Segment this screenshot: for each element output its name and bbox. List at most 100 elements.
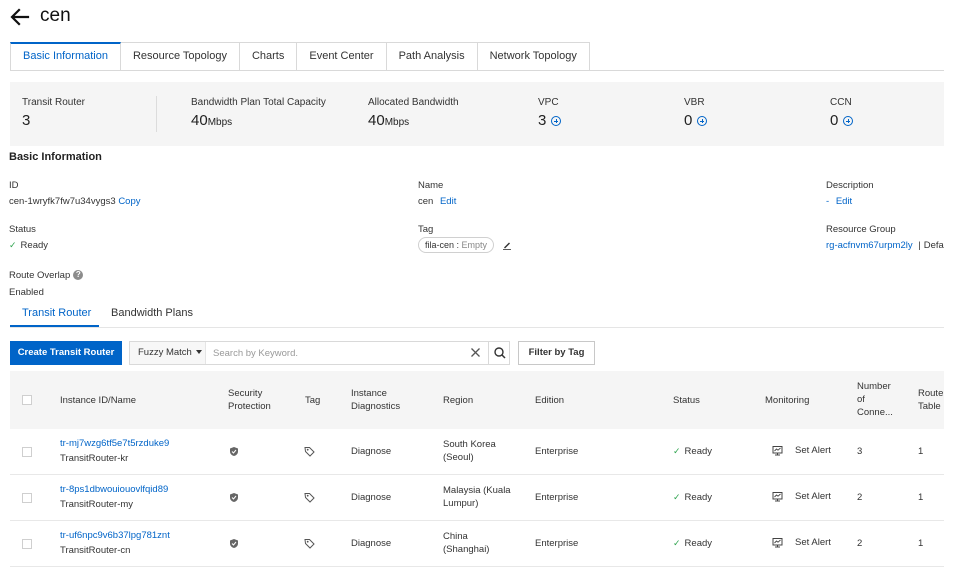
route-table-link[interactable]: 1 — [918, 537, 923, 550]
help-icon[interactable]: ? — [73, 270, 84, 281]
summary-stats-panel: Transit Router 3 Bandwidth Plan Total Ca… — [10, 82, 944, 146]
subtab-bandwidth-plans[interactable]: Bandwidth Plans — [111, 307, 193, 319]
region-cell: China (Shanghai) — [443, 530, 489, 556]
fuzzy-match-dropdown[interactable]: Fuzzy Match — [130, 342, 206, 364]
edit-tag-icon[interactable] — [502, 240, 512, 251]
row-checkbox[interactable] — [22, 447, 32, 457]
status-text: Ready — [684, 538, 713, 549]
set-alert-link[interactable]: Set Alert — [795, 536, 831, 549]
set-alert-link[interactable]: Set Alert — [795, 490, 831, 503]
region-line: Lumpur) — [443, 498, 479, 509]
edition-cell: Enterprise — [535, 492, 579, 503]
connections-link[interactable]: 2 — [857, 537, 862, 550]
instance-id-link[interactable]: tr-8ps1dbwouiouovlfqid89 — [60, 483, 168, 496]
stat-label: Transit Router — [22, 97, 85, 108]
diagnose-link[interactable]: Diagnose — [351, 445, 391, 458]
diagnose-link[interactable]: Diagnose — [351, 491, 391, 504]
tag-pill[interactable]: fila-cen : Empty — [418, 237, 495, 253]
stat-bandwidth-total: Bandwidth Plan Total Capacity 40Mbps — [191, 97, 326, 129]
route-table-link[interactable]: 1 — [918, 445, 923, 458]
stat-value: 3 — [22, 112, 31, 129]
stat-value: 3 — [538, 112, 562, 129]
column-header-route-table: Route Table — [918, 387, 943, 413]
monitor-icon[interactable] — [772, 445, 783, 456]
filter-by-tag-button[interactable]: Filter by Tag — [518, 341, 595, 365]
stat-vbr: VBR 0 — [684, 97, 708, 129]
stat-unit: Mbps — [207, 117, 233, 128]
resource-group-field: rg-acfnvm67urpm2ly | Defa — [826, 240, 944, 251]
stat-transit-router: Transit Router 3 — [22, 97, 85, 129]
select-all-checkbox[interactable] — [22, 395, 32, 405]
search-input[interactable] — [213, 342, 463, 364]
name-field: cen Edit — [418, 196, 456, 207]
table-header: Instance ID/Name Security Protection Tag … — [10, 371, 944, 429]
copy-id-link[interactable]: Copy — [118, 196, 140, 207]
route-overlap-label-row: Route Overlap? — [9, 270, 84, 281]
column-header-line: Number — [857, 381, 891, 392]
clear-icon[interactable] — [470, 347, 481, 358]
create-transit-router-button[interactable]: Create Transit Router — [10, 341, 122, 365]
instance-id-link[interactable]: tr-mj7wzg6tf5e7t5rzduke9 — [60, 437, 169, 450]
region-line: (Shanghai) — [443, 544, 490, 555]
route-overlap-value: Enabled — [9, 287, 44, 298]
stat-number: 40 — [191, 112, 208, 129]
shield-icon[interactable] — [229, 538, 239, 549]
search-box: Fuzzy Match — [129, 341, 510, 365]
diagnose-link[interactable]: Diagnose — [351, 537, 391, 550]
name-label: Name — [418, 180, 444, 191]
monitor-icon[interactable] — [772, 537, 783, 548]
search-button[interactable] — [488, 342, 510, 364]
instance-name: TransitRouter-kr — [60, 453, 129, 464]
description-field: - Edit — [826, 196, 852, 207]
resource-group-label: Resource Group — [826, 224, 896, 235]
stat-label: VBR — [684, 97, 705, 108]
column-header-status: Status — [673, 395, 700, 406]
tag-icon[interactable] — [304, 492, 315, 503]
tab-charts[interactable]: Charts — [239, 42, 298, 71]
back-arrow-icon[interactable] — [10, 7, 30, 27]
check-icon: ✓ — [673, 492, 681, 502]
resource-group-link[interactable]: rg-acfnvm67urpm2ly — [826, 240, 913, 251]
column-header-instance: Instance ID/Name — [60, 395, 137, 406]
monitor-icon[interactable] — [772, 491, 783, 502]
set-alert-link[interactable]: Set Alert — [795, 444, 831, 457]
tab-resource-topology[interactable]: Resource Topology — [120, 42, 240, 71]
stat-number: 3 — [538, 112, 547, 129]
tab-event-center[interactable]: Event Center — [297, 42, 387, 71]
add-ccn-icon[interactable] — [843, 116, 854, 127]
stat-divider — [156, 96, 157, 132]
shield-icon[interactable] — [229, 492, 239, 503]
region-line: Malaysia (Kuala — [443, 485, 511, 496]
column-header-line: Conne... — [857, 407, 893, 418]
tab-path-analysis[interactable]: Path Analysis — [386, 42, 478, 71]
tag-icon[interactable] — [304, 538, 315, 549]
edit-description-link[interactable]: Edit — [836, 196, 852, 207]
description-value: - — [826, 196, 830, 207]
subtab-transit-router[interactable]: Transit Router — [22, 307, 91, 319]
shield-icon[interactable] — [229, 446, 239, 457]
row-checkbox[interactable] — [22, 493, 32, 503]
tag-icon[interactable] — [304, 446, 315, 457]
add-vpc-icon[interactable] — [551, 116, 562, 127]
page-title: cen — [40, 5, 71, 26]
edit-name-link[interactable]: Edit — [440, 196, 456, 207]
tag-field: fila-cen : Empty — [418, 237, 512, 253]
column-header-line: of — [857, 394, 865, 405]
instance-cell: tr-mj7wzg6tf5e7t5rzduke9 TransitRouter-kr — [60, 437, 169, 465]
connections-link[interactable]: 3 — [857, 445, 862, 458]
stat-label: CCN — [830, 97, 852, 108]
add-vbr-icon[interactable] — [697, 116, 708, 127]
region-line: (Seoul) — [443, 452, 474, 463]
tab-network-topology[interactable]: Network Topology — [477, 42, 590, 71]
row-checkbox[interactable] — [22, 539, 32, 549]
column-header-line: Instance — [351, 388, 387, 399]
detail-tabs: Basic Information Resource Topology Char… — [10, 42, 590, 71]
stat-vpc: VPC 3 — [538, 97, 562, 129]
route-table-link[interactable]: 1 — [918, 491, 923, 504]
connections-link[interactable]: 2 — [857, 491, 862, 504]
instance-id-link[interactable]: tr-uf6npc9v6b37lpg781znt — [60, 529, 170, 542]
column-header-tag: Tag — [305, 395, 321, 406]
tab-basic-information[interactable]: Basic Information — [10, 42, 121, 71]
instance-cell: tr-uf6npc9v6b37lpg781znt TransitRouter-cn — [60, 529, 170, 557]
column-header-connections: Number of Conne... — [857, 380, 893, 419]
